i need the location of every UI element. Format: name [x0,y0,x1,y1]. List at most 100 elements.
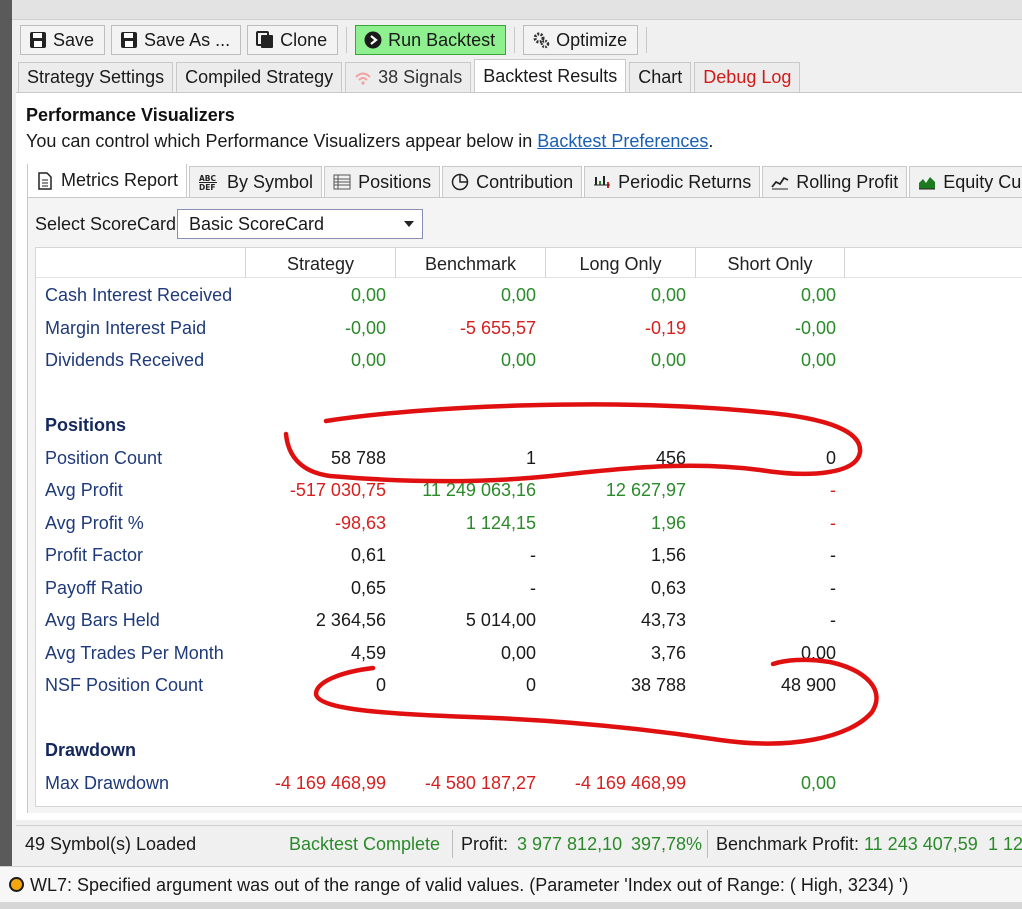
metric-value: - [830,545,836,565]
metric-value: 0,00 [500,285,536,305]
metric-row: Dividends Received 0,00 0,00 0,00 0,00 [36,344,1022,376]
tab-positions-label: Positions [358,171,432,192]
metric-row: Profit Factor 0,61 - 1,56 - [36,539,1022,571]
section-heading: Positions [45,415,127,435]
tab-by-symbol[interactable]: ABC DEF By Symbol [189,166,323,197]
tab-periodic-returns[interactable]: Periodic Returns [584,166,761,197]
run-backtest-button[interactable]: Run Backtest [355,25,507,55]
scorecard-label: Select ScoreCard: [35,214,182,234]
tab-metrics-report[interactable]: Metrics Report [27,164,188,197]
metric-value: 12 627,97 [605,480,686,500]
tab-chart[interactable]: Chart [629,62,692,92]
column-header[interactable]: Strategy [245,248,395,278]
metric-value: - [530,577,536,598]
metric-row: Cash Interest Received 0,00 0,00 0,00 0,00 [36,279,1022,311]
metric-value: 0,61 [350,545,386,565]
metric-value: -4 580 187,27 [424,772,536,793]
tab-debug-log[interactable]: Debug Log [694,62,801,92]
title-strip [12,0,1022,20]
metric-label: Avg Bars Held [45,610,160,630]
clone-label: Clone [280,29,328,50]
metric-row: Avg Profit -517 030,75 11 249 063,16 12 627… [36,474,1022,506]
toolbar-separator [514,27,516,53]
metric-value: 456 [655,447,686,468]
metric-value: 38 788 [630,675,686,695]
metric-label: Margin Interest Paid [45,317,207,338]
optimize-button[interactable]: Optimize [523,25,639,55]
area-chart-icon [919,177,936,190]
metric-value: 1 124,15 [465,512,536,533]
save-icon [30,32,46,48]
metric-value: 0 [825,447,836,468]
column-header[interactable]: Long Only [545,248,695,278]
status-divider [452,830,453,858]
toolbar-separator [346,27,348,53]
tab-signals-label: 38 Signals [378,67,463,87]
description-end: . [708,131,714,151]
backtest-status: Backtest Complete [289,834,441,854]
save-label: Save [53,29,95,50]
column-header[interactable]: Short Only [695,248,845,278]
save-as-button[interactable]: Save As ... [111,25,242,55]
run-backtest-label: Run Backtest [388,29,496,50]
profit-value: 3 977 812,10 [517,834,623,854]
visualizers-title: Performance Visualizers [26,105,235,125]
tab-periodic-returns-label: Periodic Returns [618,171,752,192]
tab-positions[interactable]: Positions [324,166,441,197]
metric-value: 0,00 [350,350,386,370]
pie-chart-icon [451,173,469,191]
toolbar-separator [646,27,648,53]
metrics-grid: Strategy Benchmark Long Only Short Only … [35,247,1022,807]
description-text: You can control which Performance Visual… [26,131,538,151]
profit-percent: 397,78% [631,834,703,854]
main-tab-strip: Strategy Settings Compiled Strategy 38 S… [18,59,803,92]
toolbar: Save Save As ... Clone Run Backtest Opti… [20,25,655,55]
grid-header: Strategy Benchmark Long Only Short Only [36,248,1022,278]
metric-value: -4 169 468,99 [574,772,686,793]
metric-value: -5 655,57 [459,317,536,338]
profit-label: Profit: [461,834,509,854]
metric-value: 0 [375,675,386,695]
optimize-label: Optimize [556,29,628,50]
tab-equity-curve[interactable]: Equity Cu [909,166,1022,197]
tab-compiled-strategy[interactable]: Compiled Strategy [176,62,343,92]
scorecard-selected-value: Basic ScoreCard [189,214,325,234]
backtest-preferences-link[interactable]: Backtest Preferences [537,131,708,151]
metric-value: -517 030,75 [289,480,386,500]
tab-strategy-settings[interactable]: Strategy Settings [18,62,174,92]
scorecard-select[interactable]: Basic ScoreCard [177,209,423,239]
column-header[interactable]: Benchmark [395,248,545,278]
save-as-label: Save As ... [144,29,231,50]
metric-value: 0,65 [350,577,386,598]
metric-value: 43,73 [640,610,686,630]
clone-icon [256,31,274,48]
chevron-down-icon [404,221,414,227]
metric-value: -0,00 [344,317,386,338]
metric-row: Avg Profit % -98,63 1 124,15 1,96 - [36,507,1022,539]
metric-label: Max Drawdown [45,772,170,793]
tab-signals[interactable]: 38 Signals [345,62,472,92]
tab-equity-curve-label: Equity Cu [943,171,1022,192]
metric-value: 0,00 [800,285,836,305]
message-text: WL7: Specified argument was out of the r… [30,875,909,895]
metric-value: 0,00 [350,285,386,305]
metric-row: Margin Interest Paid -0,00 -5 655,57 -0,19 -… [36,312,1022,344]
metric-value: -0,19 [644,317,686,338]
metric-row: Position Count 58 788 1 456 0 [36,442,1022,474]
tab-contribution[interactable]: Contribution [442,166,583,197]
svg-text:DEF: DEF [199,183,215,191]
metric-label: NSF Position Count [45,675,204,695]
metric-value: -4 169 468,99 [274,772,386,793]
gears-icon [533,32,550,49]
line-chart-icon [771,176,789,190]
metric-value: 1 [525,447,536,468]
tab-contribution-label: Contribution [476,171,574,192]
tab-rolling-profit-label: Rolling Profit [796,171,899,192]
tab-rolling-profit[interactable]: Rolling Profit [762,166,908,197]
save-button[interactable]: Save [20,25,106,55]
bottom-edge [0,902,1022,909]
tab-backtest-results[interactable]: Backtest Results [474,59,627,92]
metric-value: 0,00 [500,350,536,370]
clone-button[interactable]: Clone [247,25,339,55]
metric-row: Max Drawdown -4 169 468,99 -4 580 187,27 -4… [36,767,1022,799]
